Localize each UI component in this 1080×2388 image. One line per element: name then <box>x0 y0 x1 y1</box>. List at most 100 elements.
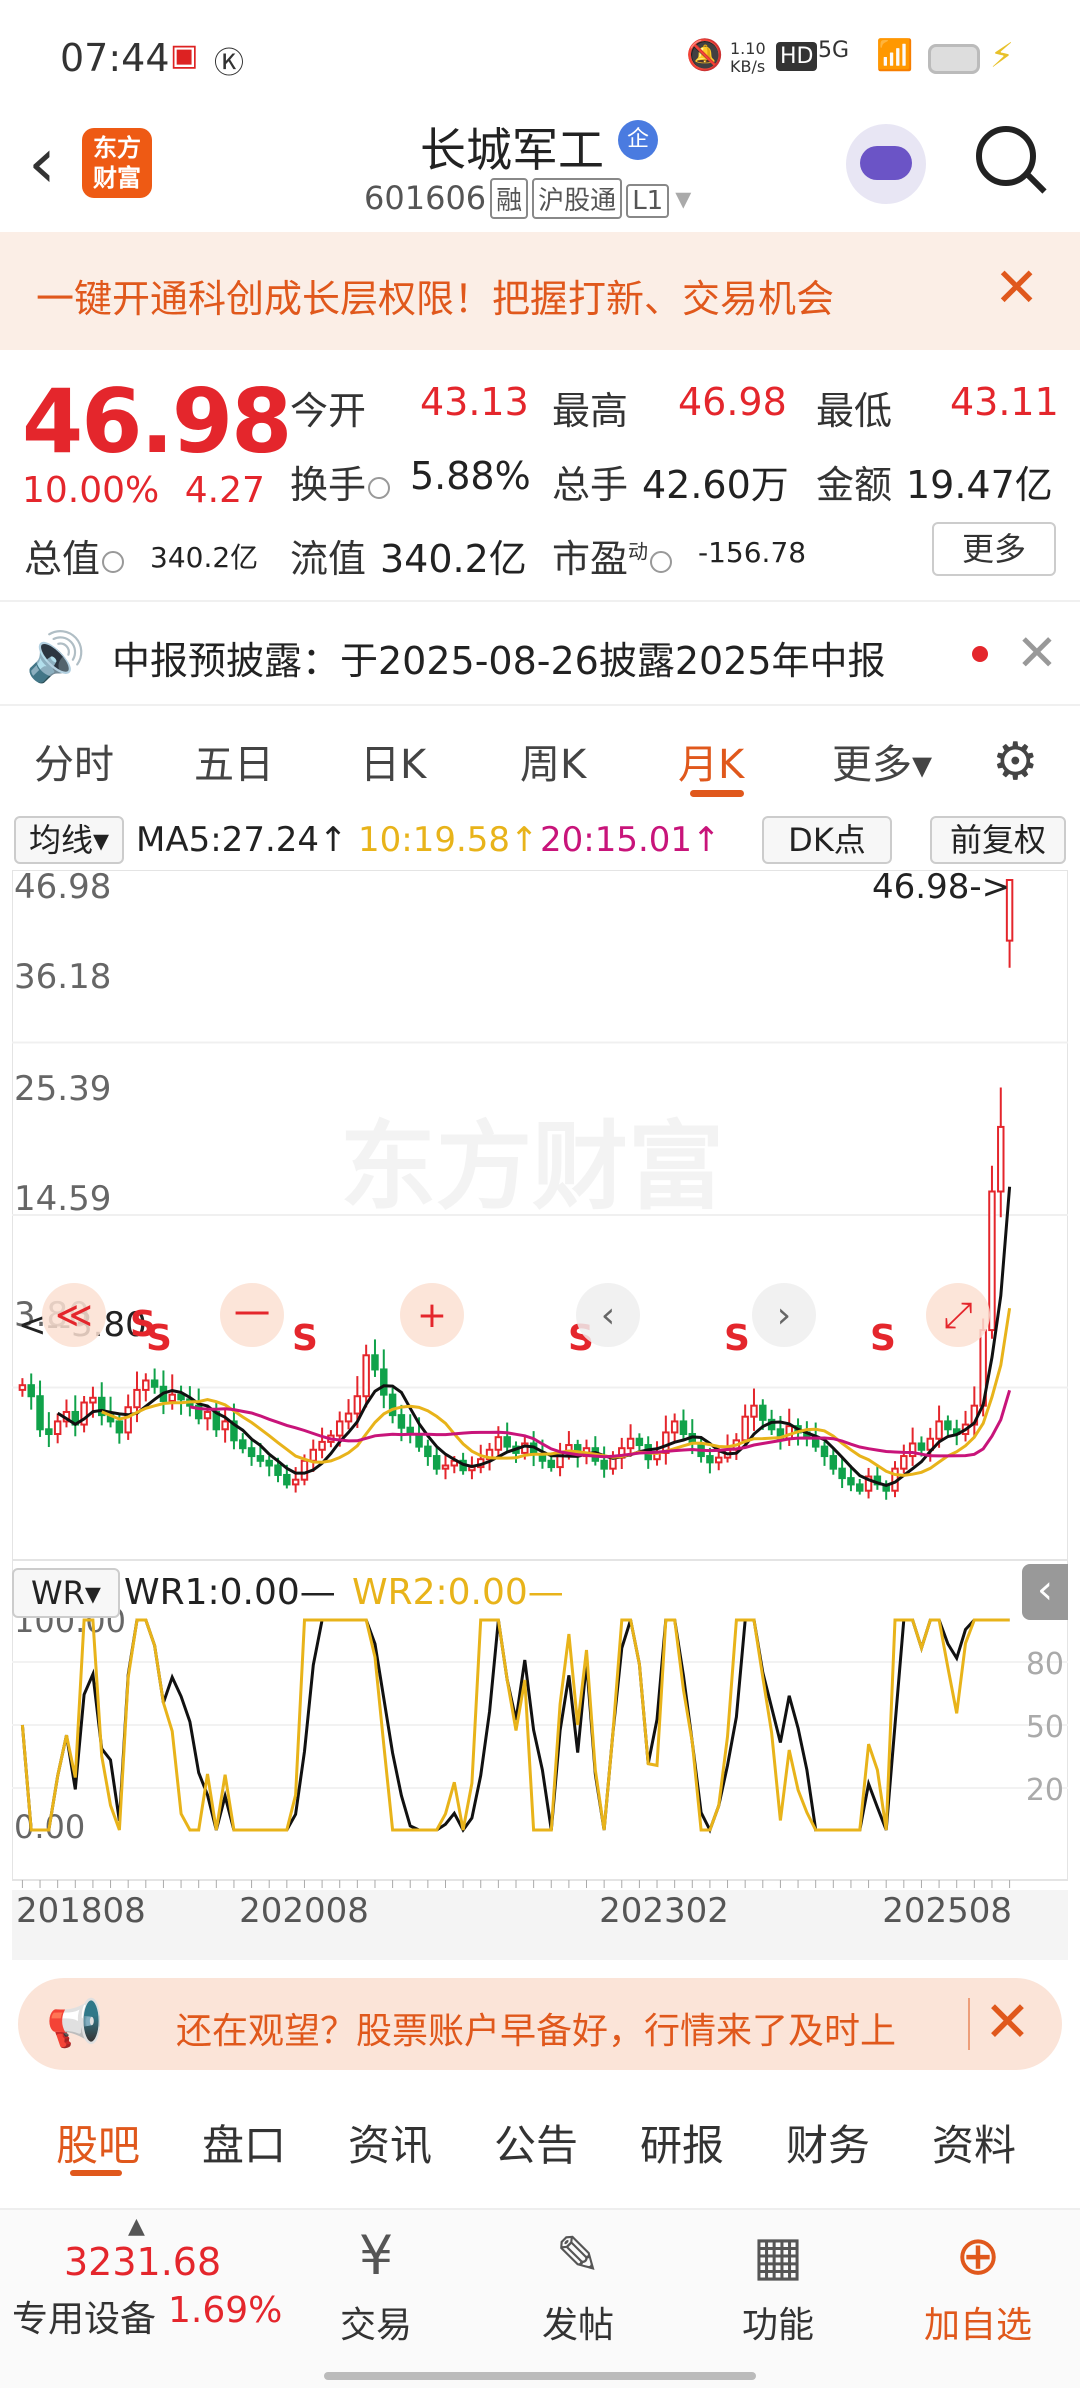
section-tabs: 股吧 盘口 资讯 公告 研报 财务 资料 <box>0 2086 1080 2190</box>
chart-control-icon: › <box>777 1295 791 1336</box>
ma20-value: 20:15.01↑ <box>540 820 721 860</box>
close-icon[interactable]: ✕ <box>1016 624 1058 682</box>
nav-post[interactable]: ✎ 发帖 <box>508 2220 648 2348</box>
assistant-robot-icon[interactable] <box>846 124 926 204</box>
candle-body <box>820 1445 829 1458</box>
notice-text: 中报预披露：于2025-08-26披露2025年中报 <box>112 639 886 683</box>
kline-chart[interactable]: 东方财富 46.9836.1825.3914.593.8046.98-><--3… <box>12 870 1068 1960</box>
tab-announcements[interactable]: 公告 <box>494 2112 578 2173</box>
indicator-select[interactable]: 均线▾ <box>14 816 124 864</box>
nav-post-label: 发帖 <box>541 2305 614 2346</box>
close-icon[interactable]: ✕ <box>984 1990 1031 2055</box>
chart-control-icon: ≪ <box>55 1295 93 1336</box>
promo-text: 一键开通科创成长层权限！把握打新、交易机会 <box>36 277 835 321</box>
candle-body <box>503 1436 511 1448</box>
candle-body <box>397 1414 406 1429</box>
candle-body <box>988 1190 996 1332</box>
tab-profile[interactable]: 资料 <box>932 2112 1016 2173</box>
candle-body <box>124 1406 132 1434</box>
nav-add-watchlist[interactable]: ⊕ 加自选 <box>908 2220 1048 2348</box>
chart-control-icon: ⤢ <box>944 1295 973 1336</box>
index-value[interactable]: 3231.68 <box>64 2240 221 2284</box>
tab-weekly-k[interactable]: 周K <box>520 732 586 790</box>
tab-intraday[interactable]: 分时 <box>34 732 114 790</box>
change-amt: 4.27 <box>184 470 265 511</box>
turnover-value: 5.88% <box>410 454 531 498</box>
change-pct: 10.00% <box>22 470 160 511</box>
clock: 07:44 <box>60 36 170 80</box>
wr-indicator-select[interactable]: WR▾ <box>12 1568 120 1618</box>
candle-body <box>900 1455 908 1470</box>
tab-daily-k[interactable]: 日K <box>360 732 426 790</box>
back-button[interactable]: ‹ <box>28 128 56 198</box>
tab-guba[interactable]: 股吧 <box>56 2112 140 2173</box>
candle-body <box>917 1442 926 1451</box>
hd-badge: HD <box>776 42 818 71</box>
x-axis-label: 202508 <box>882 1891 1012 1931</box>
candle-body <box>424 1445 432 1458</box>
sell-signal: S <box>724 1318 750 1359</box>
status-bar: 07:44 ▣ Ⓚ 🔕 1.10 KB/s HD 5G 📶 ⚡ <box>0 0 1080 110</box>
candle-body <box>441 1464 450 1470</box>
candle-body <box>247 1447 256 1458</box>
tab-more[interactable]: 更多▾ <box>832 732 932 790</box>
candle-body <box>133 1388 141 1409</box>
collapse-panel-button[interactable]: ‹ <box>1022 1564 1068 1620</box>
wr2-value: WR2:0.00— <box>352 1572 564 1613</box>
candle-body <box>256 1455 265 1462</box>
current-price: 46.98 <box>22 370 292 473</box>
index-name: 专用设备 <box>12 2299 157 2340</box>
candle-body <box>380 1368 388 1396</box>
nav-trade[interactable]: ¥ 交易 <box>306 2220 446 2348</box>
unread-dot <box>972 646 988 662</box>
tab-finance[interactable]: 财务 <box>786 2112 870 2173</box>
period-tabs: 分时 五日 日K 周K 月K 更多▾ <box>0 714 1080 806</box>
candle-body <box>18 1384 27 1391</box>
candle-body <box>318 1440 326 1451</box>
close-icon[interactable]: ✕ <box>994 256 1039 319</box>
sell-signal: S <box>130 1304 156 1345</box>
pe-value: -156.78 <box>698 536 807 569</box>
notice-bar[interactable]: 🔊 中报预披露：于2025-08-26披露2025年中报 ✕ <box>0 600 1080 706</box>
nav-functions[interactable]: ▦ 功能 <box>708 2220 848 2348</box>
tab-research[interactable]: 研报 <box>640 2112 724 2173</box>
candle-body <box>265 1459 273 1467</box>
watermark: 东方财富 <box>340 1111 724 1223</box>
nav-trade-label: 交易 <box>339 2305 412 2346</box>
stock-code-row[interactable]: 601606 融沪股通 L1 ▾ <box>364 178 691 219</box>
float-value: 340.2亿 <box>380 537 527 581</box>
candle-body <box>203 1410 212 1420</box>
wr-axis-label: 80 <box>1026 1647 1064 1682</box>
triangle-up-icon: ▲ <box>128 2214 145 2239</box>
tab-monthly-k[interactable]: 月K <box>678 732 744 790</box>
candle-body <box>759 1404 767 1421</box>
candle-body <box>944 1420 952 1431</box>
gear-icon[interactable]: ⚙ <box>992 732 1039 792</box>
promo-banner[interactable]: 一键开通科创成长层权限！把握打新、交易机会 ✕ <box>0 232 1080 350</box>
candle-body <box>177 1393 185 1401</box>
candle-body <box>53 1420 62 1436</box>
amount-value: 19.47亿 <box>906 463 1053 507</box>
tab-five-day[interactable]: 五日 <box>194 732 274 790</box>
divider <box>968 1998 970 2050</box>
x-axis-label: 201808 <box>16 1891 146 1931</box>
battery-icon <box>928 44 980 74</box>
more-button[interactable]: 更多 <box>932 522 1056 576</box>
price-change: 10.00% 4.27 <box>22 470 265 511</box>
add-circle-icon: ⊕ <box>955 2224 1001 2287</box>
active-tab-underline <box>690 790 744 797</box>
candle-body <box>371 1354 379 1371</box>
yen-icon: ¥ <box>358 2224 394 2287</box>
k-icon: Ⓚ <box>214 46 244 81</box>
tab-pankou[interactable]: 盘口 <box>202 2112 286 2173</box>
dk-point-button[interactable]: DK点 <box>762 816 892 864</box>
adjust-button[interactable]: 前复权 <box>930 816 1066 864</box>
candle-body <box>750 1404 758 1418</box>
tab-news[interactable]: 资讯 <box>348 2112 432 2173</box>
open-account-banner[interactable]: 📢 还在观望？股票账户早备好，行情来了及时上 ✕ <box>18 1978 1062 2070</box>
candle-body <box>706 1455 714 1464</box>
candle-body <box>415 1433 423 1448</box>
enterprise-badge: 企 <box>618 120 658 160</box>
x-axis-label: 202008 <box>239 1891 369 1931</box>
sell-signal: S <box>870 1318 896 1359</box>
